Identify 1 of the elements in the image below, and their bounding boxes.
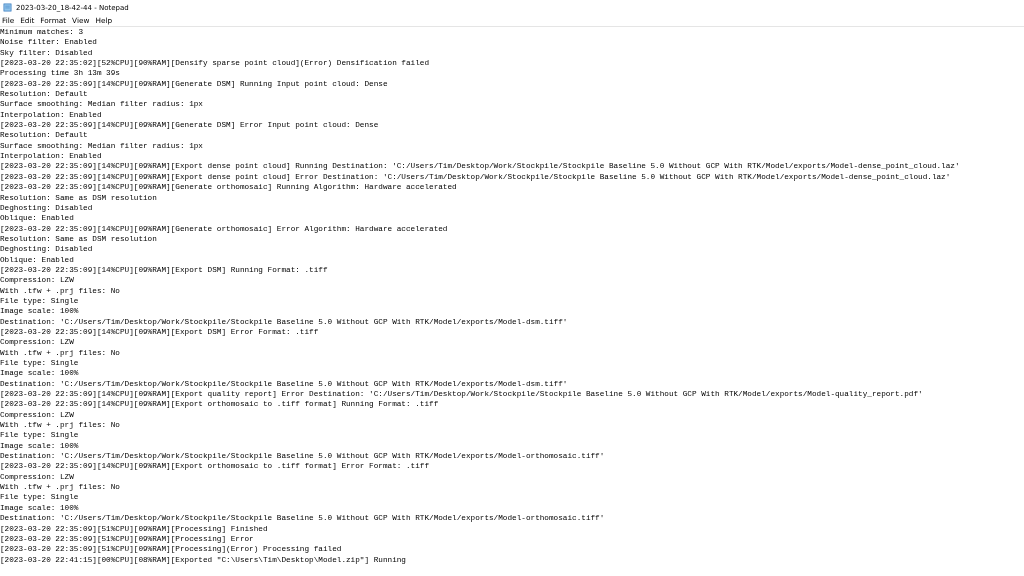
notepad-icon	[3, 3, 12, 12]
